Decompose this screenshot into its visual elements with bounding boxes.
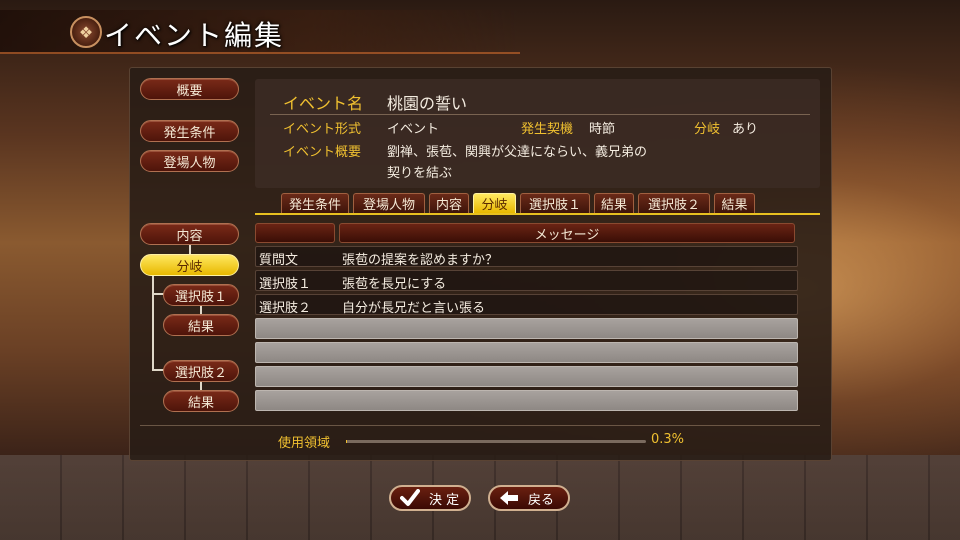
- event-summary-line2: 契りを結ぶ: [387, 166, 453, 181]
- back-label: 戻る: [528, 492, 555, 508]
- background-floor: [0, 455, 960, 540]
- row-message: 自分が長兄だと言い張る: [342, 301, 486, 316]
- empty-row[interactable]: [255, 366, 798, 387]
- table-row[interactable]: 選択肢１ 張苞を長兄にする: [255, 270, 798, 292]
- tab-content[interactable]: 内容: [429, 193, 469, 213]
- tab-condition[interactable]: 発生条件: [281, 193, 349, 213]
- trigger-label: 発生契機: [521, 122, 574, 137]
- row-label: 選択肢１: [259, 277, 312, 292]
- usage-bar-fill: [346, 440, 347, 443]
- tab-choice2[interactable]: 選択肢２: [638, 193, 710, 213]
- arrow-left-icon: [496, 490, 522, 506]
- tab-branch[interactable]: 分岐: [473, 193, 516, 213]
- tab-underline: [255, 213, 820, 215]
- tab-characters[interactable]: 登場人物: [353, 193, 425, 213]
- empty-row[interactable]: [255, 342, 798, 363]
- divider: [140, 425, 820, 426]
- empty-row[interactable]: [255, 390, 798, 411]
- row-label: 選択肢２: [259, 301, 312, 316]
- confirm-label: 決 定: [429, 492, 460, 508]
- confirm-button[interactable]: 決 定: [389, 485, 471, 511]
- sidebar-item-result2[interactable]: 結果: [163, 390, 239, 412]
- branch-label: 分岐: [694, 122, 721, 137]
- divider: [270, 114, 810, 115]
- table-row[interactable]: 質問文 張苞の提案を認めますか？: [255, 246, 798, 268]
- back-button[interactable]: 戻る: [488, 485, 570, 511]
- sidebar-item-choice1[interactable]: 選択肢１: [163, 284, 239, 306]
- row-label: 質問文: [259, 253, 299, 268]
- usage-value: 0.3%: [651, 432, 685, 447]
- checkmark-icon: [397, 489, 423, 507]
- event-name-label: イベント名: [283, 94, 364, 113]
- event-format-label: イベント形式: [283, 122, 362, 137]
- usage-label: 使用領域: [278, 436, 331, 451]
- sidebar-item-choice2[interactable]: 選択肢２: [163, 360, 239, 382]
- tree-connector: [189, 244, 191, 254]
- tree-connector: [152, 276, 154, 371]
- table-header-message: メッセージ: [339, 223, 795, 243]
- event-format-value: イベント: [387, 122, 440, 137]
- tab-result1[interactable]: 結果: [594, 193, 634, 213]
- sidebar-item-overview[interactable]: 概要: [140, 78, 239, 100]
- event-summary-line1: 劉禅、張苞、関興が父達にならい、義兄弟の: [387, 145, 648, 160]
- row-message: 張苞を長兄にする: [342, 277, 447, 292]
- table-header-label: [255, 223, 335, 243]
- table-row[interactable]: 選択肢２ 自分が長兄だと言い張る: [255, 294, 798, 316]
- tab-choice1[interactable]: 選択肢１: [520, 193, 590, 213]
- sidebar-item-branch[interactable]: 分岐: [140, 254, 239, 276]
- branch-value: あり: [732, 122, 759, 137]
- event-name-value: 桃園の誓い: [387, 94, 468, 113]
- row-message: 張苞の提案を認めますか？: [342, 253, 499, 268]
- tab-result2[interactable]: 結果: [714, 193, 755, 213]
- usage-bar: [346, 440, 646, 443]
- sidebar-item-condition[interactable]: 発生条件: [140, 120, 239, 142]
- crest-icon: ❖: [70, 16, 102, 48]
- sidebar-item-content[interactable]: 内容: [140, 223, 239, 245]
- empty-row[interactable]: [255, 318, 798, 339]
- sidebar-item-characters[interactable]: 登場人物: [140, 150, 239, 172]
- page-title: イベント編集: [104, 19, 285, 52]
- sidebar-item-result1[interactable]: 結果: [163, 314, 239, 336]
- event-summary-label: イベント概要: [283, 145, 362, 160]
- trigger-value: 時節: [589, 122, 616, 137]
